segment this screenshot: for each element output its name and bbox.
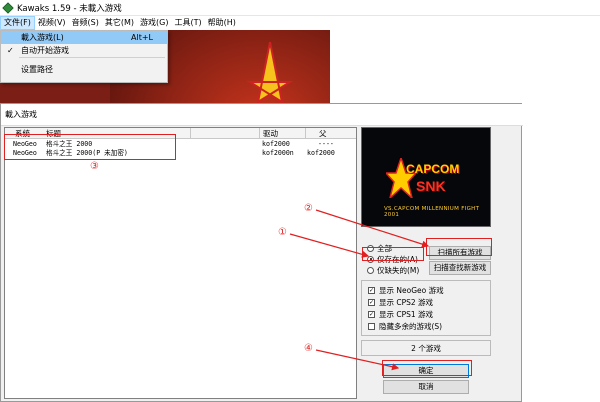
menu-item-autostart[interactable]: ✓ 自动开始游戏 — [1, 44, 167, 57]
title-bar: Kawaks 1.59 - 未載入游戏 — [0, 0, 600, 16]
logo-capcom: CAPCOM — [406, 162, 460, 176]
game-logo: CAPCOM SNK VS.CAPCOM MILLENNIUM FIGHT 20… — [361, 127, 491, 227]
background-white-strip — [522, 103, 600, 402]
logo-subtitle: VS.CAPCOM MILLENNIUM FIGHT 2001 — [384, 206, 480, 218]
radio-available-dot[interactable] — [367, 255, 374, 263]
checkbox-cps1-box[interactable]: ✓ — [368, 310, 375, 318]
ok-button[interactable]: 确定 — [383, 364, 469, 378]
radio-missing[interactable]: 仅缺失的(M) — [367, 265, 419, 275]
checkbox-neogeo-box[interactable]: ✓ — [368, 286, 375, 294]
checkbox-show-cps2[interactable]: ✓ 显示 CPS2 游戏 — [368, 297, 433, 307]
background-white-area — [330, 30, 600, 110]
menu-audio[interactable]: 音频(S) — [69, 16, 102, 30]
display-options-group: ✓ 显示 NeoGeo 游戏 ✓ 显示 CPS2 游戏 ✓ 显示 CPS1 游戏… — [361, 280, 491, 336]
radio-available[interactable]: 仅存在的(A) — [367, 254, 418, 264]
scan-all-button[interactable]: 扫描所有游戏 — [429, 246, 491, 260]
menu-separator — [19, 57, 165, 58]
column-driver[interactable]: 驱动 — [263, 128, 278, 139]
checkbox-show-neogeo[interactable]: ✓ 显示 NeoGeo 游戏 — [368, 285, 444, 295]
column-parent[interactable]: 父 — [319, 128, 327, 139]
cancel-button[interactable]: 取消 — [383, 380, 469, 394]
radio-missing-dot[interactable] — [367, 266, 374, 274]
menu-bar: 文件(F) 视频(V) 音频(S) 其它(M) 游戏(G) 工具(T) 帮助(H… — [0, 16, 600, 30]
column-system[interactable]: 系统 — [15, 128, 30, 139]
menu-item-load-game-accel: Alt+L — [131, 33, 153, 42]
logo-snk: SNK — [416, 178, 446, 194]
menu-tools[interactable]: 工具(T) — [172, 16, 205, 30]
app-icon — [2, 1, 14, 14]
checkbox-show-cps1[interactable]: ✓ 显示 CPS1 游戏 — [368, 309, 433, 319]
window-title: Kawaks 1.59 - 未載入游戏 — [17, 3, 122, 14]
game-list[interactable]: 系统 标题 驱动 父 NeoGeo 格斗之王 2000 kof2000 ----… — [4, 127, 357, 399]
menu-help[interactable]: 帮助(H) — [205, 16, 239, 30]
game-count: 2 个游戏 — [361, 340, 491, 356]
menu-item-load-game[interactable]: 載入游戏(L) Alt+L — [1, 31, 167, 44]
file-menu-dropdown: 載入游戏(L) Alt+L ✓ 自动开始游戏 设置路径 — [0, 30, 168, 83]
load-game-dialog: 載入游戏 系统 标题 驱动 父 NeoGeo 格斗之王 2000 kof2000… — [0, 103, 523, 402]
checkbox-cps2-box[interactable]: ✓ — [368, 298, 375, 306]
table-row[interactable]: NeoGeo 格斗之王 2000(P 未加密) kof2000n kof2000 — [5, 149, 356, 158]
check-icon: ✓ — [7, 46, 14, 55]
menu-file[interactable]: 文件(F) — [0, 16, 35, 30]
game-list-header: 系统 标题 驱动 父 — [5, 128, 356, 139]
menu-video[interactable]: 视频(V) — [35, 16, 69, 30]
radio-all-dot[interactable] — [367, 244, 374, 252]
checkbox-hide-extra[interactable]: 隐藏多余的游戏(S) — [368, 321, 442, 331]
menu-item-set-path[interactable]: 设置路径 — [1, 63, 167, 76]
menu-other[interactable]: 其它(M) — [102, 16, 137, 30]
column-title[interactable]: 标题 — [46, 128, 61, 139]
radio-all[interactable]: 全部 — [367, 243, 392, 253]
menu-game[interactable]: 游戏(G) — [137, 16, 171, 30]
dialog-title: 載入游戏 — [1, 104, 523, 126]
background-star-icon — [246, 42, 294, 105]
table-row[interactable]: NeoGeo 格斗之王 2000 kof2000 ---- — [5, 140, 356, 149]
checkbox-hide-extra-box[interactable] — [368, 322, 375, 330]
scan-new-button[interactable]: 扫描查找新游戏 — [429, 261, 491, 275]
